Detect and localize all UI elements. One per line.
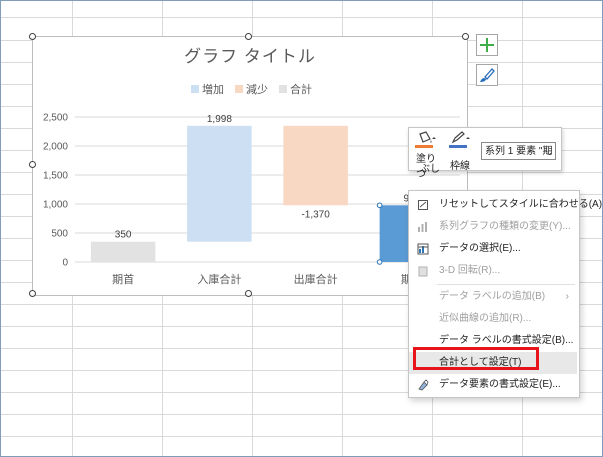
fill-color-bar — [415, 145, 433, 148]
data-label[interactable]: -1,370 — [301, 209, 330, 220]
x-axis[interactable]: 期首入庫合計出庫合計期末 — [112, 272, 423, 286]
y-tick-label: 500 — [51, 229, 68, 240]
format-data-point-icon — [418, 379, 429, 391]
context-menu: リセットしてスタイルに合わせる(A) 系列グラフの種類の変更(Y)... データ… — [408, 190, 602, 398]
resize-handle-tr[interactable] — [462, 33, 469, 40]
fill-button[interactable]: 塗りつ ぶし — [413, 130, 443, 180]
bar-increase[interactable] — [187, 125, 252, 242]
menu-separator — [437, 284, 575, 285]
waterfall-chart[interactable]: グラフ タイトル 増加 減少 合計 0 500 1,000 1,500 2,000 2,500… — [33, 37, 467, 295]
menu-item-label: データの選択(E)... — [439, 243, 521, 254]
category-label: 期首 — [112, 272, 134, 286]
pen-icon — [451, 131, 470, 144]
menu-item-3d-rotation[interactable]: 3-D 回転(R)... — [409, 260, 577, 282]
chart-bars[interactable] — [90, 125, 447, 265]
chart-legend[interactable]: 増加 減少 合計 — [191, 82, 312, 96]
chart-element-dropdown-value: 系列 1 要素 "期 — [485, 146, 553, 157]
bar-decrease[interactable] — [283, 125, 348, 206]
chevron-right-icon: › — [565, 291, 569, 302]
legend-label[interactable]: 増加 — [202, 83, 224, 96]
menu-item-add-trendline[interactable]: 近似曲線の追加(R)... — [409, 308, 577, 330]
chart-elements-button[interactable] — [476, 34, 498, 56]
y-tick-label: 1,500 — [43, 171, 68, 182]
menu-item-label: 3-D 回転(R)... — [439, 265, 501, 276]
bar-total[interactable] — [90, 241, 156, 262]
outline-color-bar — [449, 145, 467, 148]
resize-handle-ml[interactable] — [29, 161, 36, 168]
menu-item-format-data-labels[interactable]: データ ラベルの書式設定(B)... — [409, 330, 577, 352]
resize-handle-tl[interactable] — [29, 33, 36, 40]
chart-styles-button[interactable] — [476, 64, 498, 86]
mini-toolbar: 塗りつ ぶし 枠線 系列 1 要素 "期 ⌄ — [408, 127, 562, 180]
legend-swatch — [235, 85, 243, 93]
resize-handle-bc[interactable] — [245, 290, 252, 297]
legend-swatch — [191, 85, 199, 93]
y-tick-label: 0 — [62, 258, 68, 269]
chart-title[interactable]: グラフ タイトル — [184, 47, 316, 66]
menu-item-label: データ ラベルの書式設定(B)... — [439, 335, 574, 346]
menu-item-set-as-total[interactable]: 合計として設定(T) — [409, 352, 577, 374]
category-label: 入庫合計 — [197, 272, 241, 286]
resize-handle-tc[interactable] — [245, 33, 252, 40]
fill-label-line2: ぶし — [420, 164, 440, 175]
legend-label[interactable]: 合計 — [290, 82, 312, 96]
menu-item-label: 合計として設定(T) — [439, 357, 522, 368]
bar-selection-handle[interactable] — [376, 259, 383, 265]
change-chart-type-icon — [418, 222, 427, 232]
chart-element-dropdown[interactable]: 系列 1 要素 "期 ⌄ — [481, 142, 556, 160]
legend-label[interactable]: 減少 — [246, 82, 268, 96]
chevron-down-icon: ⌄ — [545, 147, 553, 157]
data-label[interactable]: 350 — [115, 230, 132, 241]
resize-handle-bl[interactable] — [29, 290, 36, 297]
paint-bucket-icon — [419, 131, 436, 143]
outline-label: 枠線 — [450, 161, 470, 172]
menu-item-label: データ要素の書式設定(E)... — [439, 379, 561, 390]
category-label: 出庫合計 — [294, 272, 338, 286]
data-label[interactable]: 1,998 — [207, 114, 232, 125]
y-tick-label: 1,000 — [43, 200, 68, 211]
chart-area[interactable]: グラフ タイトル 増加 減少 合計 0 500 1,000 1,500 2,000 2,500… — [32, 36, 468, 296]
reset-style-icon — [418, 200, 428, 210]
menu-item-label: 近似曲線の追加(R)... — [439, 313, 532, 324]
legend-swatch — [279, 85, 287, 93]
menu-item-format-data-point[interactable]: データ要素の書式設定(E)... — [409, 374, 577, 396]
menu-item-reset-style[interactable]: リセットしてスタイルに合わせる(A) — [409, 194, 602, 216]
select-data-icon — [417, 243, 429, 255]
outline-button[interactable]: 枠線 — [447, 130, 477, 172]
y-tick-label: 2,000 — [43, 142, 68, 153]
bar-selection-handle[interactable] — [376, 202, 383, 209]
menu-item-change-chart-type[interactable]: 系列グラフの種類の変更(Y)... — [409, 216, 577, 238]
menu-item-add-data-labels[interactable]: データ ラベルの追加(B) › — [409, 286, 577, 308]
3d-rotation-icon — [418, 266, 428, 277]
paintbrush-icon — [480, 68, 495, 82]
plus-icon — [480, 38, 494, 52]
y-tick-label: 2,500 — [43, 113, 68, 124]
menu-item-label: 系列グラフの種類の変更(Y)... — [439, 221, 571, 232]
menu-item-label: データ ラベルの追加(B) — [439, 291, 546, 302]
menu-item-select-data[interactable]: データの選択(E)... — [409, 238, 577, 260]
menu-item-label: リセットしてスタイルに合わせる(A) — [439, 199, 603, 210]
data-labels[interactable]: 3501,998-1,370978 — [115, 114, 421, 241]
y-axis[interactable]: 0 500 1,000 1,500 2,000 2,500 — [43, 113, 68, 269]
